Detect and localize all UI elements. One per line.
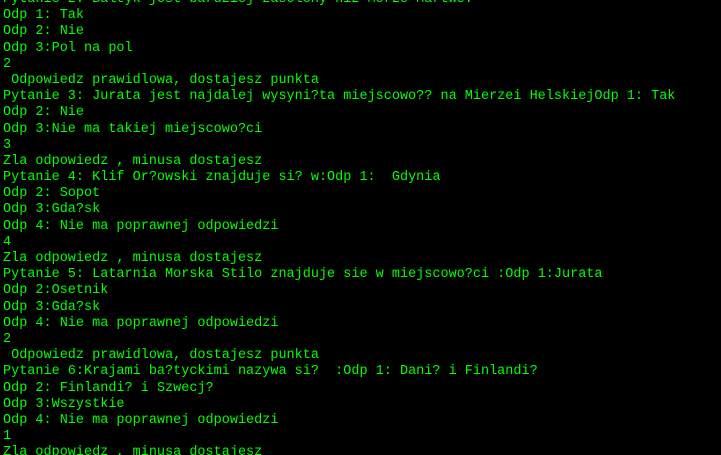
console-line: Odp 2: Finlandi? i Szwecj? (3, 380, 214, 396)
console-line: Odp 2: Nie (3, 24, 85, 40)
console-line: Odp 2: Sopot (3, 186, 101, 202)
console-output: Pytanie 2: Baltyk jest bardziej zasolony… (3, 0, 675, 455)
console-line: Odp 4: Nie ma poprawnej odpowiedzi (3, 218, 279, 234)
console-line: Pytanie 2: Baltyk jest bardziej zasolony… (3, 0, 675, 8)
console-line: Pytanie 4: Klif Or?owski znajduje si? w:… (3, 170, 441, 186)
console-line: Odp 3:Gda?sk (3, 299, 101, 315)
console-line: Odpowiedz prawidlowa, dostajesz punkta (3, 348, 319, 364)
console-line: 4 (3, 234, 12, 250)
console-line: Odp 2: Nie (3, 105, 85, 121)
console-line: 3 (3, 137, 12, 153)
console-line: Pytanie 5: Latarnia Morska Stilo znajduj… (3, 267, 603, 283)
console-line: Pytanie 3: Jurata jest najdalej wysyni?t… (3, 89, 676, 105)
console-line: Zla odpowiedz , minusa dostajesz (3, 153, 263, 169)
console-line: Odp 2:Osetnik (3, 283, 109, 299)
console-line: 1 (3, 429, 12, 445)
console-line: 2 (3, 56, 12, 72)
console-line: Odp 4: Nie ma poprawnej odpowiedzi (3, 412, 279, 428)
console-line: Odp 3:Nie ma takiej miejscowo?ci (3, 121, 263, 137)
console-line: Pytanie 6:Krajami ba?tyckimi nazywa si? … (3, 364, 538, 380)
console-line: Odp 3:Gda?sk (3, 202, 101, 218)
console-line: Odp 1: Tak (3, 8, 85, 24)
console-line: Zla odpowiedz , minusa dostajesz (3, 445, 263, 455)
console-window[interactable]: Pytanie 2: Baltyk jest bardziej zasolony… (0, 0, 721, 455)
console-line: Odp 3:Wszystkie (3, 396, 125, 412)
console-line: 2 (3, 331, 12, 347)
console-line: Odp 3:Pol na pol (3, 40, 133, 56)
console-line: Odp 4: Nie ma poprawnej odpowiedzi (3, 315, 279, 331)
console-line: Zla odpowiedz , minusa dostajesz (3, 251, 263, 266)
console-line: Odpowiedz prawidlowa, dostajesz punkta (3, 72, 319, 88)
